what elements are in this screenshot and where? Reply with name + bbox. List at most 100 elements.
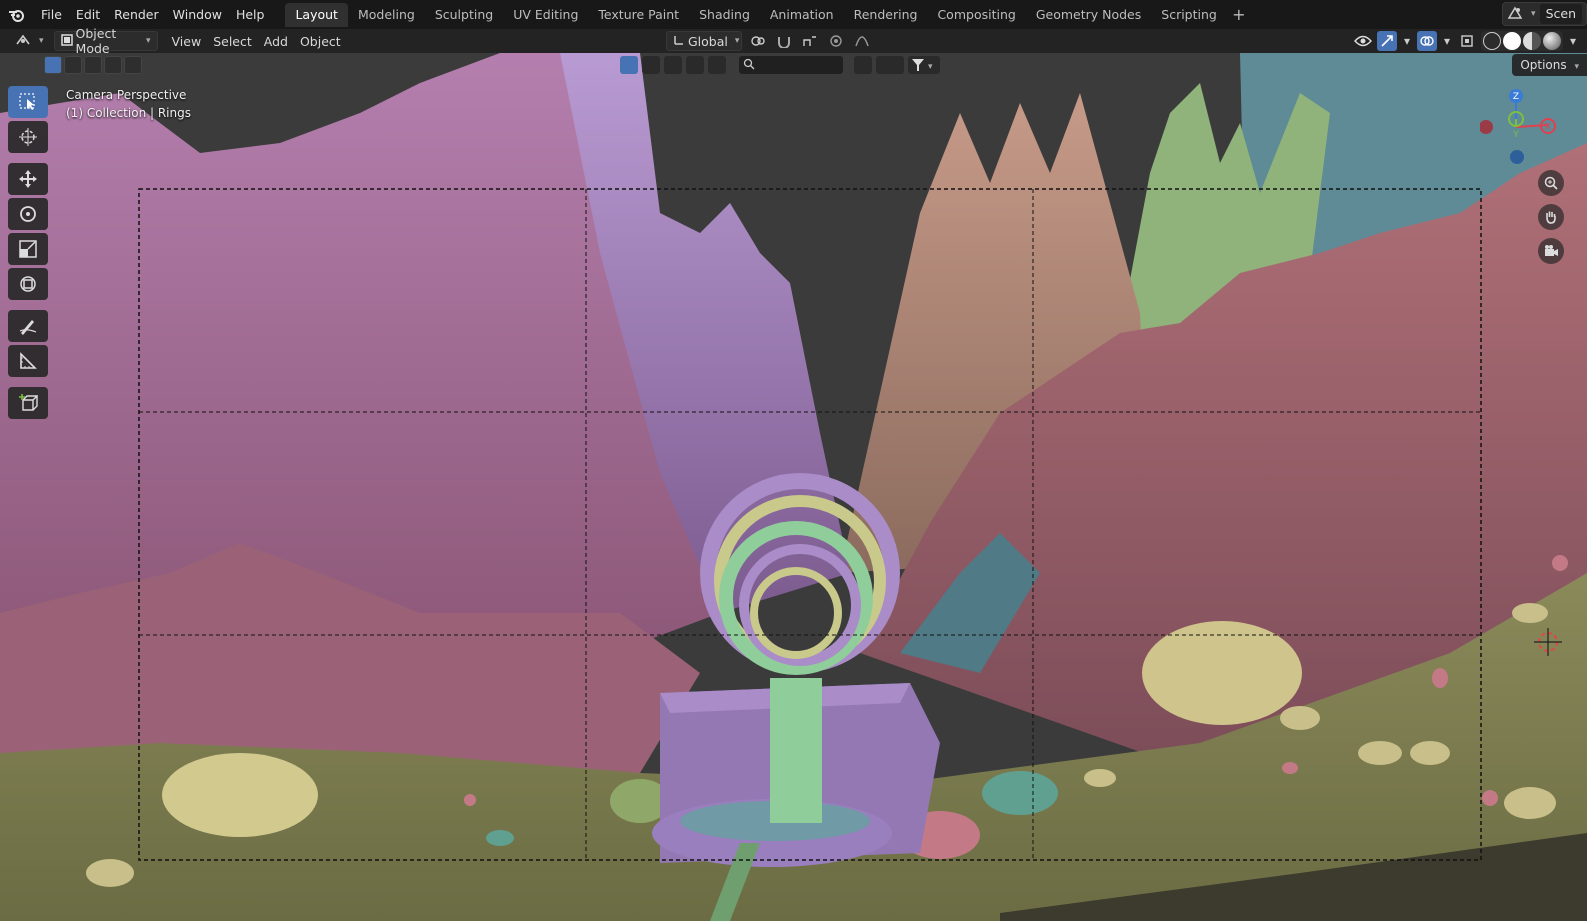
viewport-header: ▾ Object Mode ▾ View Select Add Object G… <box>0 26 1587 56</box>
orientation-label: Global <box>688 33 728 49</box>
options-label: Options <box>1520 58 1567 72</box>
chevron-down-icon: ▾ <box>734 36 740 46</box>
options-button[interactable]: Options ▾ <box>1512 54 1587 76</box>
toolbar-divider <box>8 303 48 307</box>
gizmo-neg-x-axis[interactable] <box>1480 120 1493 134</box>
selection-modes <box>44 56 142 74</box>
toolbar-divider <box>8 380 48 384</box>
scene-name[interactable]: Scen <box>1539 4 1582 24</box>
funnel-filter-icon[interactable]: ▾ <box>908 56 940 74</box>
camera-filter-icon[interactable] <box>686 56 704 74</box>
scene-selector: ▾ Scen <box>1502 2 1587 26</box>
chevron-down-icon: ▾ <box>39 36 44 46</box>
measure-tool-icon[interactable] <box>8 345 48 377</box>
overlays-icon[interactable] <box>1417 31 1437 51</box>
tab-sculpting[interactable]: Sculpting <box>425 3 503 27</box>
zoom-icon[interactable] <box>1538 170 1564 196</box>
menu-file[interactable]: File <box>34 4 69 26</box>
scale-tool-icon[interactable] <box>8 233 48 265</box>
tab-uv-editing[interactable]: UV Editing <box>503 3 588 27</box>
mode-dropdown[interactable]: Object Mode ▾ <box>53 26 158 56</box>
viewport-display-controls: ▾ ▾ ▾ <box>1353 31 1579 51</box>
rotate-tool-icon[interactable] <box>8 198 48 230</box>
tab-layout[interactable]: Layout <box>285 2 348 27</box>
shading-modes <box>1481 31 1563 51</box>
transform-controls: Global ▾ <box>666 31 872 51</box>
material-shading-icon[interactable] <box>1523 32 1541 50</box>
solid-shading-icon[interactable] <box>1503 32 1521 50</box>
select-extend-icon[interactable] <box>64 56 82 74</box>
tab-shading[interactable]: Shading <box>689 3 760 27</box>
snap-icon[interactable] <box>774 31 794 51</box>
gizmo-z-label: Z <box>1513 92 1519 102</box>
select-box-tool-icon[interactable] <box>8 86 48 118</box>
falloff-icon[interactable] <box>852 31 872 51</box>
menu-select[interactable]: Select <box>207 31 258 51</box>
mesh-filter-icon[interactable] <box>642 56 660 74</box>
menu-window[interactable]: Window <box>166 4 229 26</box>
tab-rendering[interactable]: Rendering <box>844 3 928 27</box>
snap-target-icon[interactable] <box>800 31 820 51</box>
move-tool-icon[interactable] <box>8 163 48 195</box>
xray-toggle-icon[interactable] <box>1457 31 1477 51</box>
menu-render[interactable]: Render <box>107 4 166 26</box>
3d-viewport[interactable]: ▾ Options ▾ Camera Perspective (1) Colle… <box>0 53 1587 921</box>
scene-box[interactable]: ▾ Scen <box>1502 2 1587 26</box>
object-type-icon[interactable] <box>620 56 638 74</box>
tab-texture-paint[interactable]: Texture Paint <box>588 3 689 27</box>
hierarchy-filter-icon[interactable] <box>876 56 904 74</box>
chevron-down-icon[interactable]: ▾ <box>1441 31 1453 51</box>
tool-shelf <box>8 86 48 419</box>
chevron-down-icon: ▾ <box>1574 62 1579 72</box>
search-input[interactable] <box>738 55 844 75</box>
menu-edit[interactable]: Edit <box>69 4 107 26</box>
gizmo-x-label: X <box>1545 122 1551 132</box>
select-intersect-icon[interactable] <box>124 56 142 74</box>
transform-tool-icon[interactable] <box>8 268 48 300</box>
add-workspace-button[interactable]: + <box>1227 5 1251 24</box>
gizmo-y-label: Y <box>1512 130 1519 140</box>
orientation-icon <box>673 34 685 49</box>
tab-scripting[interactable]: Scripting <box>1151 3 1227 27</box>
select-subtract-icon[interactable] <box>84 56 102 74</box>
menu-help[interactable]: Help <box>229 4 272 26</box>
select-new-icon[interactable] <box>44 56 62 74</box>
sort-icon[interactable] <box>854 56 872 74</box>
tab-compositing[interactable]: Compositing <box>927 3 1025 27</box>
chevron-down-icon[interactable]: ▾ <box>1401 31 1413 51</box>
pan-hand-icon[interactable] <box>1538 204 1564 230</box>
navigation-tools <box>1538 170 1564 264</box>
visibility-eye-icon[interactable] <box>1353 31 1373 51</box>
select-invert-icon[interactable] <box>104 56 122 74</box>
gizmo-neg-z-axis[interactable] <box>1510 150 1524 164</box>
rendered-shading-icon[interactable] <box>1543 32 1561 50</box>
wireframe-shading-icon[interactable] <box>1483 32 1501 50</box>
tab-geometry-nodes[interactable]: Geometry Nodes <box>1026 3 1151 27</box>
camera-view-icon[interactable] <box>1538 238 1564 264</box>
pivot-point-icon[interactable] <box>748 31 768 51</box>
add-cube-tool-icon[interactable] <box>8 387 48 419</box>
tab-modeling[interactable]: Modeling <box>348 3 425 27</box>
viewport-info: Camera Perspective (1) Collection | Ring… <box>66 86 191 122</box>
gizmo-toggle-icon[interactable] <box>1377 31 1397 51</box>
menu-view[interactable]: View <box>166 31 208 51</box>
orientation-dropdown[interactable]: Global ▾ <box>666 31 742 51</box>
navigation-gizmo[interactable]: Z Y X <box>1480 87 1570 177</box>
viewport-filter-controls: ▾ <box>620 55 940 75</box>
menu-object[interactable]: Object <box>294 31 347 51</box>
object-mode-icon <box>60 33 73 49</box>
tab-animation[interactable]: Animation <box>760 3 844 27</box>
chevron-down-icon[interactable]: ▾ <box>1567 31 1579 51</box>
cursor-tool-icon[interactable] <box>8 121 48 153</box>
menu-add[interactable]: Add <box>258 31 294 51</box>
blender-logo-icon[interactable] <box>0 0 34 29</box>
light-filter-icon[interactable] <box>664 56 682 74</box>
chevron-down-icon: ▾ <box>146 36 151 46</box>
other-filter-icon[interactable] <box>708 56 726 74</box>
editor-type-icon <box>14 33 32 50</box>
proportional-edit-icon[interactable] <box>826 31 846 51</box>
collection-label: (1) Collection | Rings <box>66 106 191 120</box>
editor-type-button[interactable]: ▾ <box>8 31 50 51</box>
scene-icon <box>1507 6 1523 23</box>
annotate-tool-icon[interactable] <box>8 310 48 342</box>
